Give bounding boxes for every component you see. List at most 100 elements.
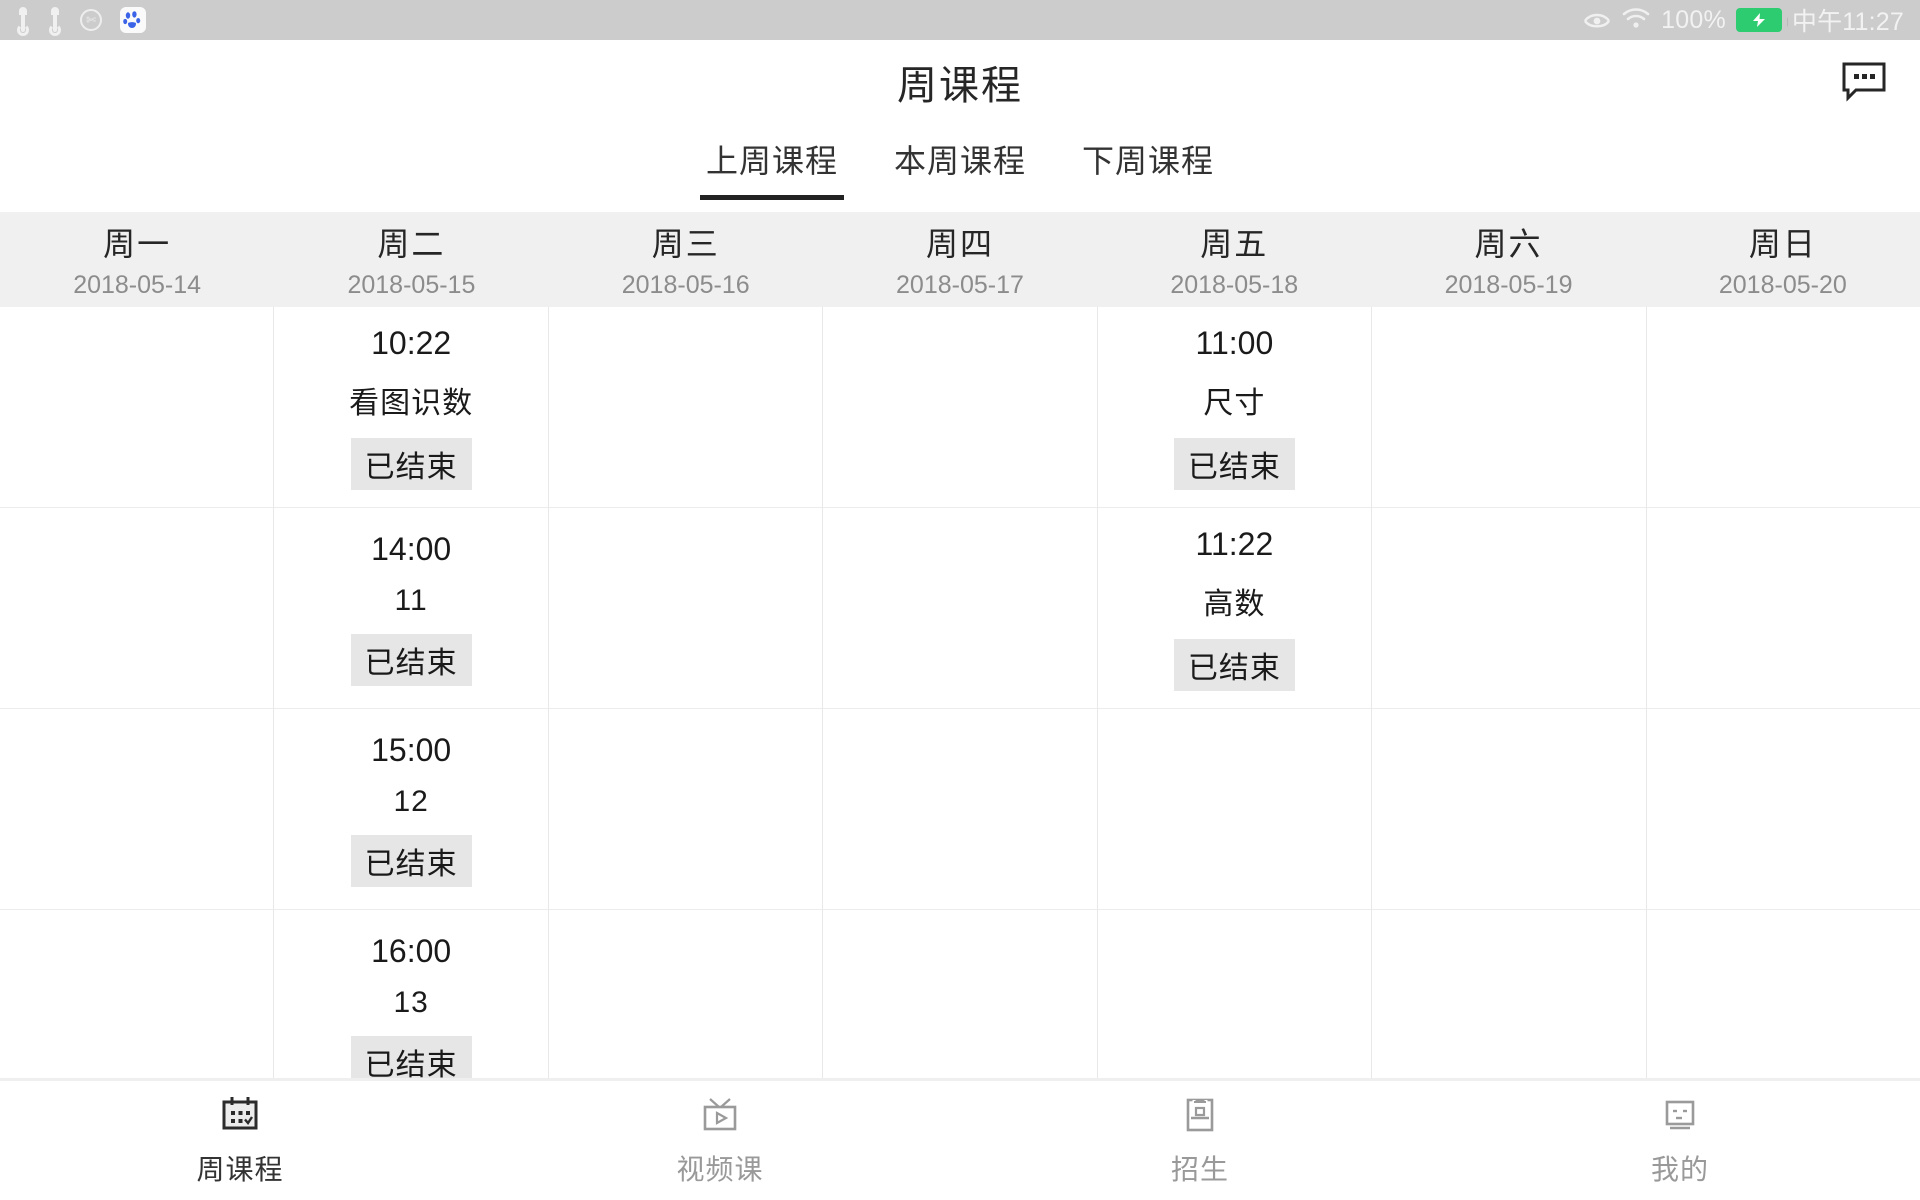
schedule-cell[interactable]: 16:00 13 已结束 (274, 910, 547, 1078)
schedule-cell-empty (0, 508, 274, 709)
wifi-icon (1621, 7, 1651, 34)
status-bar-left: ✄ (16, 7, 146, 36)
schedule-cell-empty (0, 910, 273, 1078)
nav-item-profile[interactable]: 我的 (1440, 1081, 1920, 1200)
tab-last-week-label: 上周课程 (705, 143, 838, 179)
page-title: 周课程 (897, 64, 1023, 108)
tab-this-week[interactable]: 本周课程 (888, 128, 1032, 200)
schedule-cell-empty (823, 508, 1097, 709)
nav-item-weekly-schedule[interactable]: 周课程 (0, 1081, 480, 1200)
schedule-cell-empty (549, 910, 822, 1078)
usb-icon (48, 7, 62, 36)
day-date: 2018-05-14 (73, 271, 202, 299)
course-status-badge: 已结束 (350, 437, 472, 490)
schedule-column (548, 307, 824, 1078)
schedule-cell-empty (548, 307, 823, 508)
day-header-sat[interactable]: 周六 2018-05-19 (1371, 212, 1645, 307)
course-status-badge: 已结束 (350, 633, 472, 686)
day-name: 周二 (377, 226, 446, 262)
day-header-mon[interactable]: 周一 2018-05-14 (0, 212, 274, 307)
chat-bubble-icon[interactable] (1836, 54, 1892, 110)
day-name: 周日 (1748, 226, 1817, 262)
app-root: ✄ 100% 中午11:27 周课程 上周课程 本周课程 下周课程 周一 201… (0, 0, 1920, 1200)
nav-label: 招生 (1170, 1153, 1229, 1185)
schedule-cell-empty (823, 307, 1097, 508)
scissors-circle-icon: ✄ (80, 9, 102, 31)
schedule-cell-empty (1372, 508, 1646, 709)
nav-item-video-course[interactable]: 视频课 (480, 1081, 960, 1200)
tab-this-week-label: 本周课程 (893, 143, 1026, 179)
nav-label: 视频课 (676, 1153, 764, 1185)
schedule-cell-empty (1372, 910, 1645, 1078)
course-time: 16:00 (371, 932, 452, 969)
bottom-nav-bar: 周课程 视频课 招生 我的 (0, 1078, 1920, 1200)
course-time: 14:00 (371, 530, 452, 567)
course-name: 12 (393, 784, 429, 818)
profile-face-icon (1657, 1094, 1703, 1136)
usb-icon (16, 7, 30, 36)
course-status-badge: 已结束 (350, 1035, 472, 1078)
schedule-column (1646, 307, 1920, 1078)
course-status-badge: 已结束 (1173, 437, 1295, 490)
schedule-cell[interactable]: 10:22 看图识数 已结束 (274, 307, 548, 508)
day-name: 周一 (103, 226, 172, 262)
nav-item-enrollment[interactable]: 招生 (960, 1081, 1440, 1200)
week-tabs: 上周课程 本周课程 下周课程 (0, 124, 1920, 212)
tab-last-week[interactable]: 上周课程 (699, 128, 845, 200)
course-status-badge: 已结束 (350, 834, 472, 887)
battery-charging-icon (1735, 8, 1788, 32)
day-date: 2018-05-19 (1444, 271, 1573, 299)
schedule-column (0, 307, 275, 1078)
course-name: 尺寸 (1203, 386, 1266, 420)
day-header-thu[interactable]: 周四 2018-05-17 (823, 212, 1097, 307)
schedule-grid: 10:22 看图识数 已结束 14:00 11 已结束 15:00 12 已结束 16:00 13 已… (0, 307, 1920, 1078)
schedule-column (1372, 307, 1647, 1078)
course-name: 高数 (1203, 587, 1266, 621)
schedule-cell-empty (1646, 307, 1920, 508)
schedule-cell-empty (1372, 709, 1646, 910)
course-time: 15:00 (371, 731, 452, 768)
day-header-wed[interactable]: 周三 2018-05-16 (549, 212, 823, 307)
calendar-check-icon (217, 1094, 263, 1136)
course-time: 11:00 (1195, 324, 1274, 361)
tab-next-week[interactable]: 下周课程 (1076, 128, 1220, 200)
day-date: 2018-05-17 (896, 271, 1024, 299)
schedule-cell-empty (1647, 910, 1920, 1078)
nav-label: 周课程 (196, 1153, 284, 1185)
day-header-sun[interactable]: 周日 2018-05-20 (1646, 212, 1920, 307)
schedule-cell-empty (1098, 910, 1371, 1078)
schedule-scroll-area[interactable]: 10:22 看图识数 已结束 14:00 11 已结束 15:00 12 已结束 16:00 13 已… (0, 307, 1920, 1078)
schedule-cell[interactable]: 15:00 12 已结束 (274, 709, 548, 910)
schedule-cell[interactable]: 14:00 11 已结束 (274, 508, 548, 709)
day-date: 2018-05-16 (621, 271, 750, 299)
schedule-cell-empty (1097, 709, 1372, 910)
schedule-column: 10:22 看图识数 已结束 14:00 11 已结束 15:00 12 已结束 16:00 13 已… (274, 307, 549, 1078)
day-date: 2018-05-20 (1718, 271, 1847, 299)
schedule-cell-empty (823, 910, 1096, 1078)
status-bar: ✄ 100% 中午11:27 (0, 0, 1920, 40)
day-header-tue[interactable]: 周二 2018-05-15 (274, 212, 548, 307)
schedule-column: 11:00 尺寸 已结束 11:22 高数 已结束 (1097, 307, 1373, 1078)
course-name: 看图识数 (349, 386, 474, 420)
nav-label: 我的 (1650, 1153, 1709, 1185)
schedule-cell-empty (0, 307, 274, 508)
battery-percent-label: 100% (1661, 5, 1726, 34)
tab-next-week-label: 下周课程 (1082, 143, 1215, 179)
schedule-cell-empty (1372, 307, 1646, 508)
status-bar-clock: 中午11:27 (1791, 8, 1904, 36)
day-header-fri[interactable]: 周五 2018-05-18 (1097, 212, 1371, 307)
schedule-cell-empty (823, 709, 1097, 910)
day-name: 周六 (1474, 226, 1543, 262)
week-day-header: 周一 2018-05-14 周二 2018-05-15 周三 2018-05-1… (0, 212, 1920, 307)
page-header: 周课程 (0, 40, 1920, 124)
schedule-cell[interactable]: 11:22 高数已结束 (1097, 508, 1372, 709)
schedule-cell-empty (548, 508, 823, 709)
schedule-cell[interactable]: 11:00 尺寸已结束 (1097, 307, 1372, 508)
day-name: 周三 (651, 226, 720, 262)
tv-play-icon (697, 1094, 743, 1136)
course-time: 11:22 (1195, 525, 1274, 562)
schedule-column (823, 307, 1098, 1078)
day-date: 2018-05-18 (1170, 271, 1299, 299)
course-status-badge: 已结束 (1173, 638, 1295, 691)
schedule-cell-empty (1646, 709, 1920, 910)
